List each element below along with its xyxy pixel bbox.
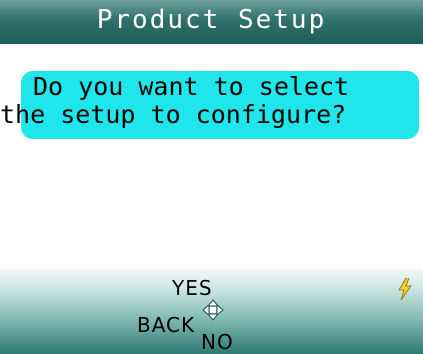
back-button[interactable]: BACK: [137, 314, 195, 336]
no-button[interactable]: NO: [201, 331, 234, 353]
prompt-line-2: the setup to configure?: [0, 100, 347, 129]
four-way-arrow-icon: [202, 299, 224, 321]
title-bar: Product Setup: [0, 0, 423, 44]
device-screen: Product Setup Do you want to select the …: [0, 0, 423, 354]
page-title: Product Setup: [96, 5, 327, 35]
prompt-line-1: Do you want to select: [33, 72, 350, 101]
softkey-bar: YES BACK NO: [0, 269, 423, 354]
yes-button[interactable]: YES: [172, 277, 213, 299]
prompt-box: Do you want to select the setup to confi…: [0, 71, 419, 139]
lightning-bolt-icon: [398, 278, 412, 300]
